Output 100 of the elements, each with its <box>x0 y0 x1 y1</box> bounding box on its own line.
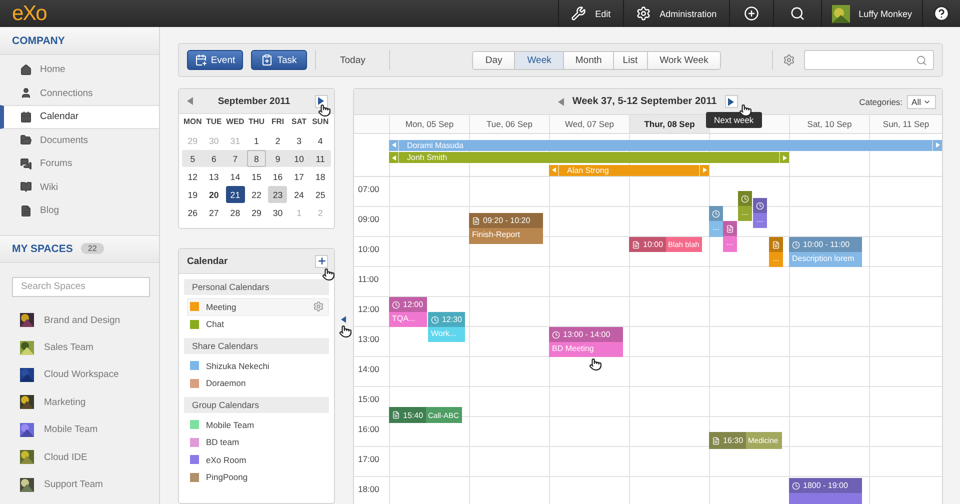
agenda-item[interactable]: Shizuka Nekechi <box>187 357 329 374</box>
calendar-day[interactable]: 6 <box>204 150 224 167</box>
calendar-day[interactable]: 25 <box>310 186 330 203</box>
calendar-day[interactable]: 4 <box>310 132 330 149</box>
event-time: 10:00 - 11:00 <box>803 240 850 249</box>
day-header[interactable]: Sun, 11 Sep <box>869 115 942 133</box>
hour-label: 10:00 <box>354 237 389 267</box>
calendar-day[interactable]: 30 <box>268 204 288 221</box>
event-title: Description lorem <box>791 253 856 265</box>
day-header[interactable]: Tue, 06 Sep <box>469 115 549 133</box>
settings-icon[interactable] <box>313 301 324 312</box>
view-tab[interactable]: List <box>612 52 647 68</box>
calendar-day[interactable]: 23 <box>268 186 288 203</box>
calendar-day[interactable]: 8 <box>246 150 266 167</box>
group-header[interactable]: Group Calendars <box>184 397 329 413</box>
next-button[interactable] <box>314 94 328 108</box>
collapse-icon[interactable] <box>341 316 346 323</box>
calendar-day[interactable]: 7 <box>226 150 245 167</box>
calendar-day[interactable]: 15 <box>246 168 266 185</box>
calendar-day[interactable]: 21 <box>226 186 245 203</box>
previous-icon[interactable] <box>558 98 564 106</box>
view-tab[interactable]: Work Week <box>646 52 720 68</box>
calendar-day[interactable]: 28 <box>226 204 245 221</box>
nav-item[interactable]: Blog <box>0 199 159 222</box>
wrench-icon <box>571 6 586 21</box>
event-button[interactable]: Event <box>187 50 243 70</box>
day-header[interactable]: Thur, 08 Sep <box>629 115 709 133</box>
calendar-event[interactable]: 13:00 - 14:00 BD Meeting <box>549 327 623 357</box>
agenda-item[interactable]: PingPoong <box>187 468 329 486</box>
calendar-day[interactable]: 18 <box>310 168 330 185</box>
calendar-day[interactable]: 13 <box>204 168 224 185</box>
group-header[interactable]: Share Calendars <box>184 338 329 354</box>
calendar-event[interactable]: 1800 - 19:00 <box>789 478 862 504</box>
agenda-item[interactable]: Doraemon <box>187 374 329 392</box>
hour-label: 11:00 <box>354 267 389 297</box>
nav-item[interactable]: Forums <box>0 152 159 176</box>
view-tab[interactable]: Month <box>563 52 613 68</box>
admin-button[interactable]: Administration <box>622 0 729 27</box>
day-header[interactable]: Mon, 05 Sep <box>389 115 469 133</box>
calendar-day[interactable]: 27 <box>204 204 224 221</box>
space-item[interactable]: Cloud Workspace <box>0 361 159 389</box>
space-item[interactable]: Marketing <box>0 388 159 416</box>
calendar-day[interactable]: 16 <box>268 168 288 185</box>
search-field[interactable] <box>804 50 934 70</box>
next-button[interactable] <box>724 95 738 108</box>
agenda-item[interactable]: BD team <box>187 434 329 451</box>
calendar-day[interactable]: 29 <box>246 204 266 221</box>
nav-item[interactable]: Calendar <box>0 105 159 128</box>
event-time: 1800 - 19:00 <box>803 481 848 490</box>
calendar-day[interactable]: 19 <box>183 186 202 203</box>
hand-cursor-icon <box>589 358 602 371</box>
nav-item[interactable]: Home <box>0 58 159 82</box>
calendar-event[interactable]: 09:20 - 10:20 Finish-Report <box>469 213 543 244</box>
today-button[interactable]: Today <box>334 54 372 66</box>
space-item[interactable]: Mobile Team <box>0 416 159 444</box>
calendar-day[interactable]: 10 <box>289 150 309 167</box>
settings-icon[interactable] <box>783 54 795 66</box>
clock-icon <box>792 482 800 490</box>
category-select[interactable]: All <box>906 94 936 108</box>
calendar-day[interactable]: 24 <box>289 186 309 203</box>
panel-title: Calendar <box>187 256 228 266</box>
nav-item[interactable]: Wiki <box>0 176 159 199</box>
space-item[interactable]: Cloud IDE <box>0 443 159 471</box>
space-item[interactable]: Sales Team <box>0 334 159 362</box>
nav-item[interactable]: Connections <box>0 82 159 105</box>
search-field[interactable]: Search Spaces <box>12 276 150 296</box>
calendar-day[interactable]: 26 <box>183 204 202 221</box>
calendar-day[interactable]: 9 <box>268 150 288 167</box>
calendar-day[interactable]: 11 <box>310 150 330 167</box>
calendar-day[interactable]: 1 <box>246 132 266 149</box>
section-title: MY SPACES <box>12 242 73 254</box>
edit-button[interactable]: Edit <box>558 0 623 27</box>
user-icon <box>20 87 32 100</box>
previous-icon[interactable] <box>187 97 193 105</box>
calendar-event[interactable]: ... <box>753 198 767 228</box>
calendar-day[interactable]: 14 <box>226 168 245 185</box>
calendar-day[interactable]: 3 <box>289 132 309 149</box>
calendar-event[interactable]: 12:00 TQA... <box>389 297 427 327</box>
day-header[interactable]: Sat, 10 Sep <box>789 115 869 133</box>
event-title: ... <box>772 253 780 265</box>
group-header[interactable]: Personal Calendars <box>184 279 329 295</box>
agenda-item[interactable]: eXo Room <box>187 451 329 468</box>
calendar-day[interactable]: 2 <box>268 132 288 149</box>
task-button[interactable]: Task <box>251 50 307 70</box>
space-item[interactable]: Support Team <box>0 470 159 498</box>
agenda-item[interactable]: Chat <box>187 316 329 333</box>
calendar-day[interactable]: 5 <box>183 150 202 167</box>
space-item[interactable]: Brand and Design <box>0 306 159 334</box>
agenda-item[interactable]: Meeting <box>187 298 329 316</box>
event-title: TQA... <box>391 313 416 325</box>
calendar-day[interactable]: 22 <box>246 186 266 203</box>
calendar-day[interactable]: 12 <box>183 168 202 185</box>
calendar-day[interactable]: 20 <box>204 186 224 203</box>
logo[interactable]: eXo <box>0 2 46 26</box>
view-tab[interactable]: Week <box>514 52 564 68</box>
user-menu[interactable]: Luffy Monkey <box>820 0 922 27</box>
agenda-item[interactable]: Mobile Team <box>187 416 329 434</box>
calendar-day[interactable]: 17 <box>289 168 309 185</box>
view-tab[interactable]: Day <box>473 52 514 68</box>
nav-item[interactable]: Documents <box>0 128 159 152</box>
